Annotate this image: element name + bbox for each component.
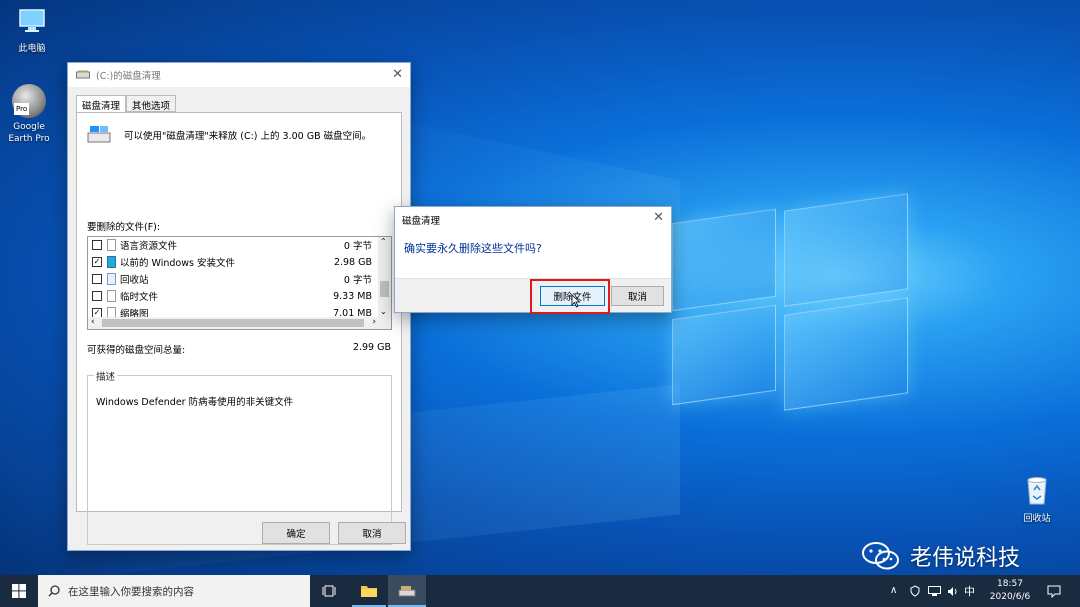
disk-cleanup-window: (C:)的磁盘清理 ✕ 磁盘清理 其他选项 可以使用"磁盘清理"来释放 (C:)… (67, 62, 411, 551)
total-label: 可获得的磁盘空间总量: (87, 345, 186, 356)
file-icon (107, 290, 116, 302)
notification-icon[interactable] (1047, 585, 1061, 598)
watermark: 老伟说科技 (860, 540, 1020, 572)
windows-start-icon[interactable] (12, 584, 26, 598)
file-name: 回收站 (120, 275, 149, 286)
chevron-right-icon[interactable]: › (372, 317, 376, 327)
desktop-icon-label-line1: Google (13, 122, 45, 132)
horizontal-scrollbar[interactable]: ‹ › (88, 317, 379, 329)
file-list: 语言资源文件 0 字节 ✓ 以前的 Windows 安装文件 2.98 GB 回… (87, 236, 392, 330)
tab-disk-cleanup[interactable]: 磁盘清理 (76, 95, 127, 113)
folder-icon (361, 586, 377, 597)
taskbar-disk-cleanup[interactable] (388, 575, 426, 607)
file-name: 以前的 Windows 安装文件 (120, 258, 235, 269)
confirm-delete-dialog: 磁盘清理 ✕ 确实要永久删除这些文件吗? 删除文件 取消 (394, 206, 672, 314)
dialog-cancel-button[interactable]: 取消 (611, 286, 664, 306)
chevron-up-icon[interactable]: ∧ (890, 585, 897, 596)
list-item[interactable]: 回收站 0 字节 (92, 271, 374, 287)
dialog-question: 确实要永久删除这些文件吗? (404, 242, 542, 255)
checkbox[interactable] (92, 274, 102, 284)
clock[interactable]: 18:57 2020/6/6 (984, 578, 1036, 604)
cancel-button[interactable]: 取消 (338, 522, 406, 544)
scroll-thumb[interactable] (380, 281, 389, 297)
scroll-thumb[interactable] (102, 319, 364, 327)
window-title: (C:)的磁盘清理 (96, 71, 161, 82)
recycle-bin-icon (1027, 477, 1047, 505)
file-size: 0 字节 (343, 275, 372, 286)
checkbox[interactable] (92, 291, 102, 301)
wechat-icon (862, 542, 899, 570)
disk-cleanup-icon (87, 126, 111, 143)
windows-logo-backdrop (672, 193, 908, 412)
ok-button[interactable]: 确定 (262, 522, 330, 544)
file-size: 9.33 MB (333, 290, 372, 302)
info-text: 可以使用"磁盘清理"来释放 (C:) 上的 3.00 GB 磁盘空间。 (124, 131, 372, 142)
clock-date: 2020/6/6 (989, 592, 1031, 602)
watermark-text: 老伟说科技 (910, 546, 1021, 571)
list-item[interactable]: 语言资源文件 0 字节 (92, 237, 374, 253)
window-titlebar[interactable]: (C:)的磁盘清理 ✕ (68, 63, 410, 87)
windows-setup-icon (107, 256, 116, 268)
chevron-down-icon[interactable]: ⌄ (380, 307, 387, 316)
desktop-icon-this-pc[interactable]: 此电脑 (0, 6, 64, 55)
dialog-title: 磁盘清理 (402, 216, 441, 227)
windows-security-icon[interactable] (909, 585, 921, 597)
checkbox[interactable] (92, 240, 102, 250)
file-name: 语言资源文件 (120, 241, 178, 252)
chevron-left-icon[interactable]: ‹ (91, 317, 95, 327)
taskbar: 在这里输入你要搜索的内容 ∧ 中 18:57 2020/6/6 (0, 575, 1080, 607)
computer-icon (19, 9, 45, 32)
desktop-icon-google-earth[interactable]: Pro Google Earth Pro (0, 84, 61, 145)
desktop-icon-label: 此电脑 (18, 44, 46, 54)
total-value: 2.99 GB (352, 342, 391, 353)
description-legend: 描述 (94, 369, 118, 383)
files-label: 要删除的文件(F): (87, 222, 161, 233)
desktop-icon-label: 回收站 (1023, 514, 1051, 524)
recycle-bin-icon (107, 273, 116, 285)
desktop-icon-label-line2: Earth Pro (8, 134, 50, 144)
drive-icon (76, 70, 90, 79)
list-item[interactable]: ✓ 以前的 Windows 安装文件 2.98 GB (92, 254, 374, 270)
description-group: 描述 Windows Defender 防病毒使用的非关键文件 (87, 369, 392, 545)
ime-indicator[interactable]: 中 (964, 583, 975, 599)
list-item[interactable]: 临时文件 9.33 MB (92, 288, 374, 304)
tab-strip: 磁盘清理 其他选项 (76, 95, 177, 113)
close-icon[interactable]: ✕ (653, 211, 664, 224)
taskbar-file-explorer[interactable] (352, 575, 386, 607)
network-icon[interactable] (928, 586, 941, 597)
clock-time: 18:57 (997, 579, 1023, 589)
pro-badge: Pro (14, 103, 30, 115)
file-icon (107, 239, 116, 251)
volume-icon[interactable] (947, 586, 959, 597)
taskbar-search-box[interactable]: 在这里输入你要搜索的内容 (38, 575, 310, 607)
search-icon (48, 585, 60, 597)
tab-more-options[interactable]: 其他选项 (126, 95, 177, 112)
file-size: 2.98 GB (333, 256, 372, 268)
google-earth-icon: Pro (12, 84, 46, 118)
description-text: Windows Defender 防病毒使用的非关键文件 (96, 397, 294, 408)
desktop-icon-recycle-bin[interactable]: 回收站 (1005, 474, 1069, 525)
checkbox[interactable]: ✓ (92, 257, 102, 267)
disk-cleanup-icon (398, 586, 416, 597)
file-size: 0 字节 (343, 241, 372, 252)
chevron-up-icon[interactable]: ⌃ (380, 237, 387, 246)
vertical-scrollbar[interactable]: ⌃ ⌄ (378, 237, 391, 329)
close-icon[interactable]: ✕ (392, 68, 403, 81)
mouse-pointer-icon (571, 294, 581, 308)
task-view-icon[interactable] (322, 585, 336, 597)
search-placeholder: 在这里输入你要搜索的内容 (68, 585, 194, 598)
file-name: 临时文件 (120, 292, 159, 303)
tab-panel: 可以使用"磁盘清理"来释放 (C:) 上的 3.00 GB 磁盘空间。 要删除的… (76, 112, 402, 545)
